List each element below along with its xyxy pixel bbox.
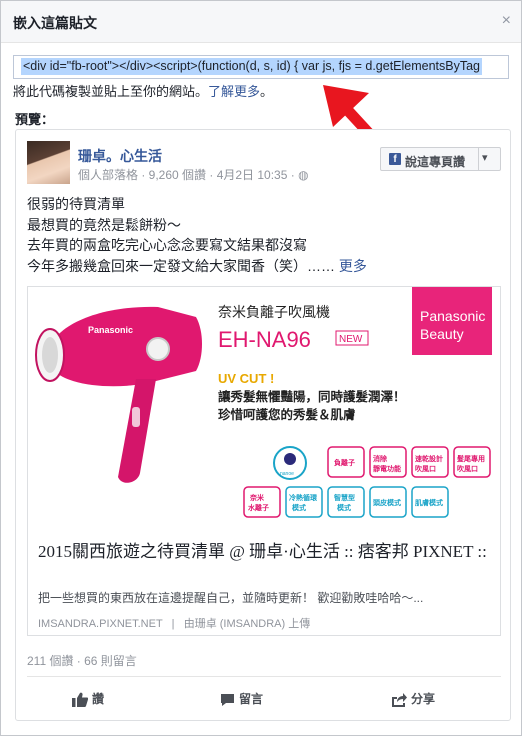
svg-text:吹風口: 吹風口 [415,464,436,473]
svg-text:NEW: NEW [339,334,363,345]
link-source: IMSANDRA.PIXNET.NET | 由珊卓 (IMSANDRA) 上傳 [38,615,310,631]
comment-label: 留言 [239,692,264,706]
divider [27,676,501,677]
post-preview: 珊卓。心生活 個人部落格 · 9,260 個讚 · 4月2日 10:35 · ◍… [15,129,511,721]
svg-text:nanoe: nanoe [280,471,294,477]
embed-post-dialog: 嵌入這篇貼文 × <div id="fb-root"></div><script… [0,0,522,736]
svg-text:奈米: 奈米 [249,493,265,502]
svg-text:靜電功能: 靜電功能 [373,464,401,473]
post-stats[interactable]: 211 個讚 · 66 則留言 [27,652,137,669]
comment-icon [221,693,234,706]
post-line: 很弱的待買清單 [27,196,125,212]
svg-text:消除: 消除 [373,454,388,463]
svg-text:負離子: 負離子 [334,458,355,467]
comment-button[interactable]: 留言 [220,690,263,707]
dialog-title: 嵌入這篇貼文 [13,15,97,31]
post-line: 今年多搬幾盒回來一定發文給大家聞香（笑）…… [27,257,335,274]
button-divider [478,148,479,170]
domain-separator: | [171,618,175,630]
link-preview-card[interactable]: Panasonic 奈米負離子吹風機 EH-NA96 NEW Panasonic… [27,286,501,636]
share-label: 分享 [411,692,436,706]
copy-hint-tail: 。 [260,84,274,99]
chevron-down-icon[interactable]: ▾ [482,151,488,164]
svg-text:頭皮模式: 頭皮模式 [373,498,401,507]
svg-text:Panasonic: Panasonic [88,325,133,335]
svg-text:珍惜呵護您的秀髮＆肌膚: 珍惜呵護您的秀髮＆肌膚 [218,407,356,422]
hair-dryer-illustration: Panasonic [35,306,202,483]
svg-text:肌膚模式: 肌膚模式 [414,498,443,507]
copy-hint-text: 將此代碼複製並貼上至你的網站。 [13,84,209,99]
like-page-label: 說這專頁讚 [405,155,466,169]
facebook-icon: f [389,153,401,165]
preview-label: 預覽： [15,112,55,127]
share-button[interactable]: 分享 [391,690,435,707]
svg-text:奈米負離子吹風機: 奈米負離子吹風機 [218,304,330,320]
post-line: 最想買的竟然是鬆餅粉～ [27,216,181,233]
like-page-button[interactable]: f 說這專頁讚 ▾ [380,147,501,171]
post-line-last: 今年多搬幾盒回來一定發文給大家聞香（笑）…… 更多 [27,256,367,277]
see-more-link[interactable]: 更多 [339,258,367,274]
svg-text:Panasonic: Panasonic [420,308,485,324]
svg-text:UV CUT !: UV CUT ! [218,371,274,386]
learn-more-link[interactable]: 了解更多 [208,84,260,99]
svg-text:速乾設計: 速乾設計 [415,454,443,463]
product-ad-image[interactable]: Panasonic 奈米負離子吹風機 EH-NA96 NEW Panasonic… [28,287,500,531]
embed-code-field[interactable]: <div id="fb-root"></div><script>(functio… [13,55,509,79]
post-line: 去年買的兩盒吃完心心念念要寫文結果都沒寫 [27,237,307,253]
svg-text:Beauty: Beauty [420,326,464,342]
svg-text:EH-NA96: EH-NA96 [218,327,311,352]
svg-text:模式: 模式 [292,503,306,512]
link-title[interactable]: 2015關西旅遊之待買清單 @ 珊卓·心生活 :: 痞客邦 PIXNET :: [38,541,494,563]
post-meta: 個人部落格 · 9,260 個讚 · 4月2日 10:35 · ◍ [78,166,309,183]
author-name[interactable]: 珊卓。心生活 [78,146,162,166]
thumbs-up-icon [72,692,88,708]
embed-code-text[interactable]: <div id="fb-root"></div><script>(functio… [21,58,483,75]
svg-text:髮尾專用: 髮尾專用 [456,454,485,463]
svg-text:冷熱循環: 冷熱循環 [289,493,318,502]
share-icon [392,692,407,707]
like-label: 讚 [92,692,105,706]
svg-text:讓秀髮無懼豔陽，同時護髮潤澤！: 讓秀髮無懼豔陽，同時護髮潤澤！ [218,389,406,404]
copy-hint: 將此代碼複製並貼上至你的網站。了解更多。 [13,81,273,100]
dialog-header: 嵌入這篇貼文 × [1,1,521,43]
post-text: 很弱的待買清單 最想買的竟然是鬆餅粉～ 去年買的兩盒吃完心心念念要寫文結果都沒寫… [27,194,367,276]
post-meta-text: 個人部落格 · 9,260 個讚 · 4月2日 10:35 · [78,168,299,182]
svg-text:吹風口: 吹風口 [457,464,478,473]
svg-text:智慧型: 智慧型 [334,493,355,502]
globe-icon: ◍ [298,168,309,182]
link-uploader: 由珊卓 (IMSANDRA) 上傳 [183,618,311,630]
link-domain: IMSANDRA.PIXNET.NET [38,618,163,630]
avatar[interactable] [27,141,70,184]
svg-text:模式: 模式 [337,503,351,512]
link-description: 把一些想買的東西放在這邊提醒自己，並隨時更新！ 歡迎勸敗哇哈哈～... [38,591,424,605]
like-button[interactable]: 讚 [72,690,105,708]
close-icon[interactable]: × [502,13,511,29]
svg-text:水離子: 水離子 [248,503,269,512]
